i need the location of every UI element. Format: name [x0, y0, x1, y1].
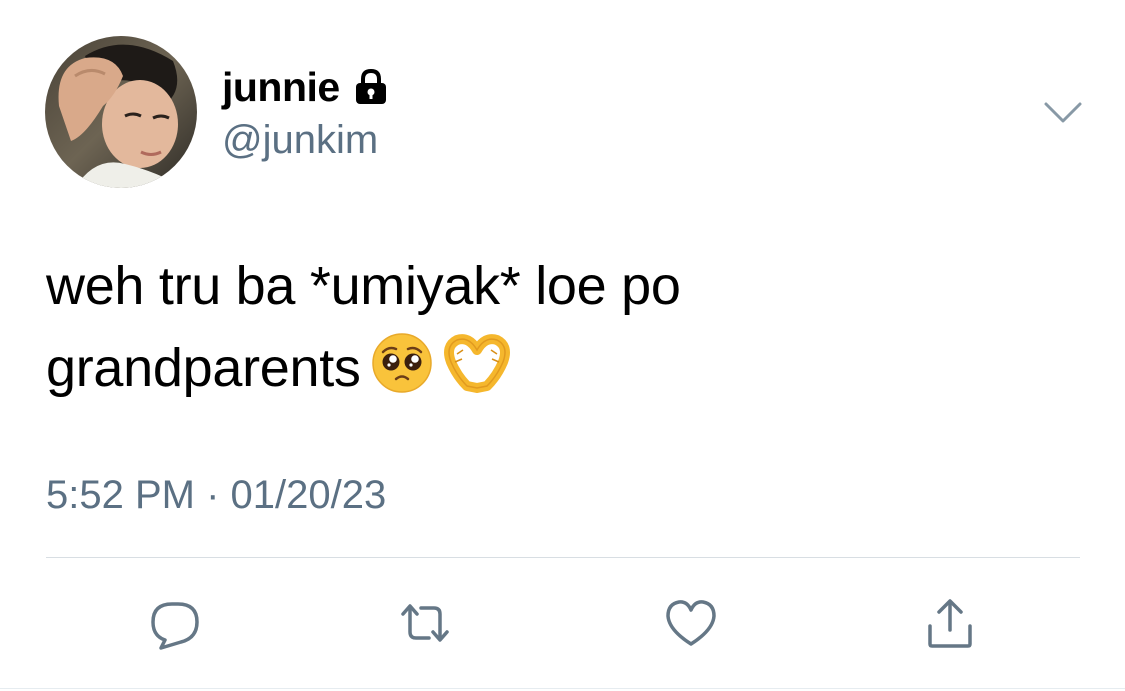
- pleading-face-emoji: [371, 332, 433, 417]
- retweet-button[interactable]: [397, 596, 453, 652]
- reply-icon: [151, 602, 199, 650]
- tweet-card: junnie @junkim weh tru ba *umiyak* loe p…: [0, 0, 1125, 691]
- heart-icon: [666, 600, 716, 646]
- tweet-text-line-1: weh tru ba *umiyak* loe po: [46, 256, 681, 316]
- retweet-icon: [401, 604, 449, 642]
- tweet-timestamp[interactable]: 5:52 PM · 01/20/23: [46, 473, 386, 518]
- heart-hands-emoji: [443, 332, 511, 417]
- avatar-photo: [45, 36, 197, 188]
- like-button[interactable]: [663, 596, 719, 652]
- lock-icon: [352, 68, 390, 106]
- display-name-row: junnie: [222, 62, 390, 112]
- divider: [46, 557, 1080, 558]
- chevron-down-icon[interactable]: [1043, 100, 1083, 126]
- display-name[interactable]: junnie: [222, 64, 340, 111]
- tweet-text-line-2-words: grandparents: [46, 338, 361, 398]
- avatar[interactable]: [45, 36, 197, 188]
- tweet-text-line-2: grandparents: [46, 327, 1076, 417]
- share-icon: [928, 599, 972, 648]
- reply-button[interactable]: [147, 596, 203, 652]
- bottom-border: [0, 688, 1125, 689]
- tweet-text: weh tru ba *umiyak* loe po grandparents: [46, 245, 1076, 417]
- user-handle[interactable]: @junkim: [222, 118, 378, 163]
- share-button[interactable]: [922, 596, 978, 652]
